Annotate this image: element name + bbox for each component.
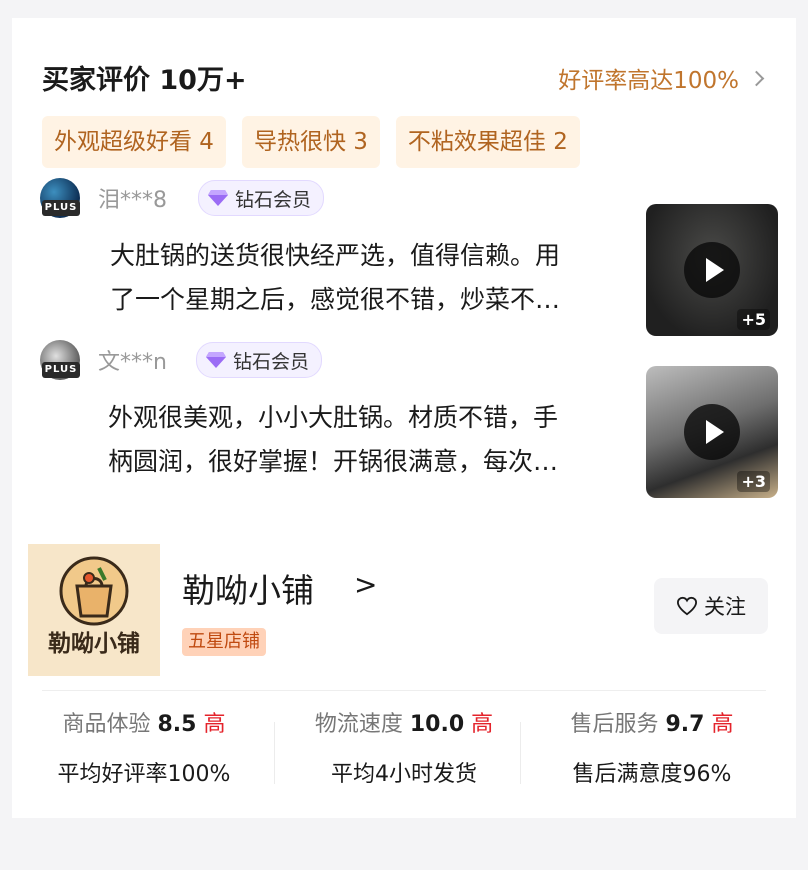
grocery-bag-icon [59,556,129,626]
plus-badge: PLUS [42,200,80,216]
media-count: +5 [737,309,770,330]
chevron-right-icon [748,70,765,86]
shop-logo[interactable]: 勒呦小铺 [28,544,160,676]
member-badge-label: 钻石会员 [235,188,312,211]
review-video-thumbnail[interactable]: +5 [646,204,778,336]
stat-level: 高 [471,712,494,737]
heart-icon [676,596,698,616]
follow-label: 关注 [704,595,746,619]
reviewer-nickname: 泪***8 [98,188,167,213]
shop-arrow[interactable]: > [354,568,377,601]
review-tag[interactable]: 导热很快 3 [241,116,380,168]
member-badge-label: 钻石会员 [233,350,310,373]
reviews-title: 买家评价 10万+ [42,65,247,96]
divider [42,690,766,691]
divider [520,722,521,784]
media-count: +3 [737,471,770,492]
shop-stats: 商品体验 8.5 高 平均好评率100% 物流速度 10.0 高 平均4小时发货… [12,708,796,798]
diamond-icon [208,190,228,206]
shop-logo-text: 勒呦小铺 [48,631,140,657]
review-text-line: 外观很美观，小小大肚锅。材质不错，手 [108,403,559,432]
review-tag[interactable]: 外观超级好看 4 [42,116,226,168]
stat-product-experience: 商品体验 8.5 高 平均好评率100% [14,708,274,788]
stat-detail: 售后满意度96% [572,762,732,787]
stat-score: 10.0 [409,712,465,737]
review-text: 大肚锅的送货很快经严选，值得信赖。用 了一个星期之后，感觉很不错，炒菜不… [110,234,620,322]
member-badge: 钻石会员 [198,180,325,216]
review-text: 外观很美观，小小大肚锅。材质不错，手 柄圆润，很好掌握！开锅很满意，每次… [108,396,618,484]
stat-label: 售后服务 [570,712,659,737]
review-text-line: 了一个星期之后，感觉很不错，炒菜不… [110,285,561,314]
shop-rating-badge: 五星店铺 [182,628,266,656]
stat-detail: 平均4小时发货 [331,762,477,787]
review-tags: 外观超级好看 4 导热很快 3 不粘效果超佳 2 [42,116,580,168]
review-video-thumbnail[interactable]: +3 [646,366,778,498]
reviews-card: 买家评价 10万+ 好评率高达100% 外观超级好看 4 导热很快 3 不粘效果… [12,18,796,520]
shop-card: 勒呦小铺 勒呦小铺 > 五星店铺 关注 商品体验 8.5 高 平均好评率100%… [12,520,796,818]
play-icon [684,242,740,298]
play-icon [684,404,740,460]
follow-button[interactable]: 关注 [654,578,768,634]
stat-after-sales: 售后服务 9.7 高 售后满意度96% [522,708,782,788]
stat-level: 高 [203,712,226,737]
positive-rate-link[interactable]: 好评率高达100% [558,61,765,95]
diamond-icon [206,352,226,368]
stat-logistics: 物流速度 10.0 高 平均4小时发货 [274,708,534,788]
review-text-line: 柄圆润，很好掌握！开锅很满意，每次… [108,447,559,476]
reviewer-nickname: 文***n [98,350,167,375]
stat-score: 8.5 [157,712,197,737]
stat-level: 高 [711,712,734,737]
stat-detail: 平均好评率100% [57,762,231,787]
stat-score: 9.7 [665,712,705,737]
positive-rate-label: 好评率高达100% [558,68,739,94]
review-tag[interactable]: 不粘效果超佳 2 [395,116,580,168]
stat-label: 物流速度 [314,712,403,737]
review-text-line: 大肚锅的送货很快经严选，值得信赖。用 [110,241,561,270]
stat-label: 商品体验 [62,712,151,737]
member-badge: 钻石会员 [196,342,323,378]
plus-badge: PLUS [42,362,80,378]
shop-name[interactable]: 勒呦小铺 [182,564,314,612]
